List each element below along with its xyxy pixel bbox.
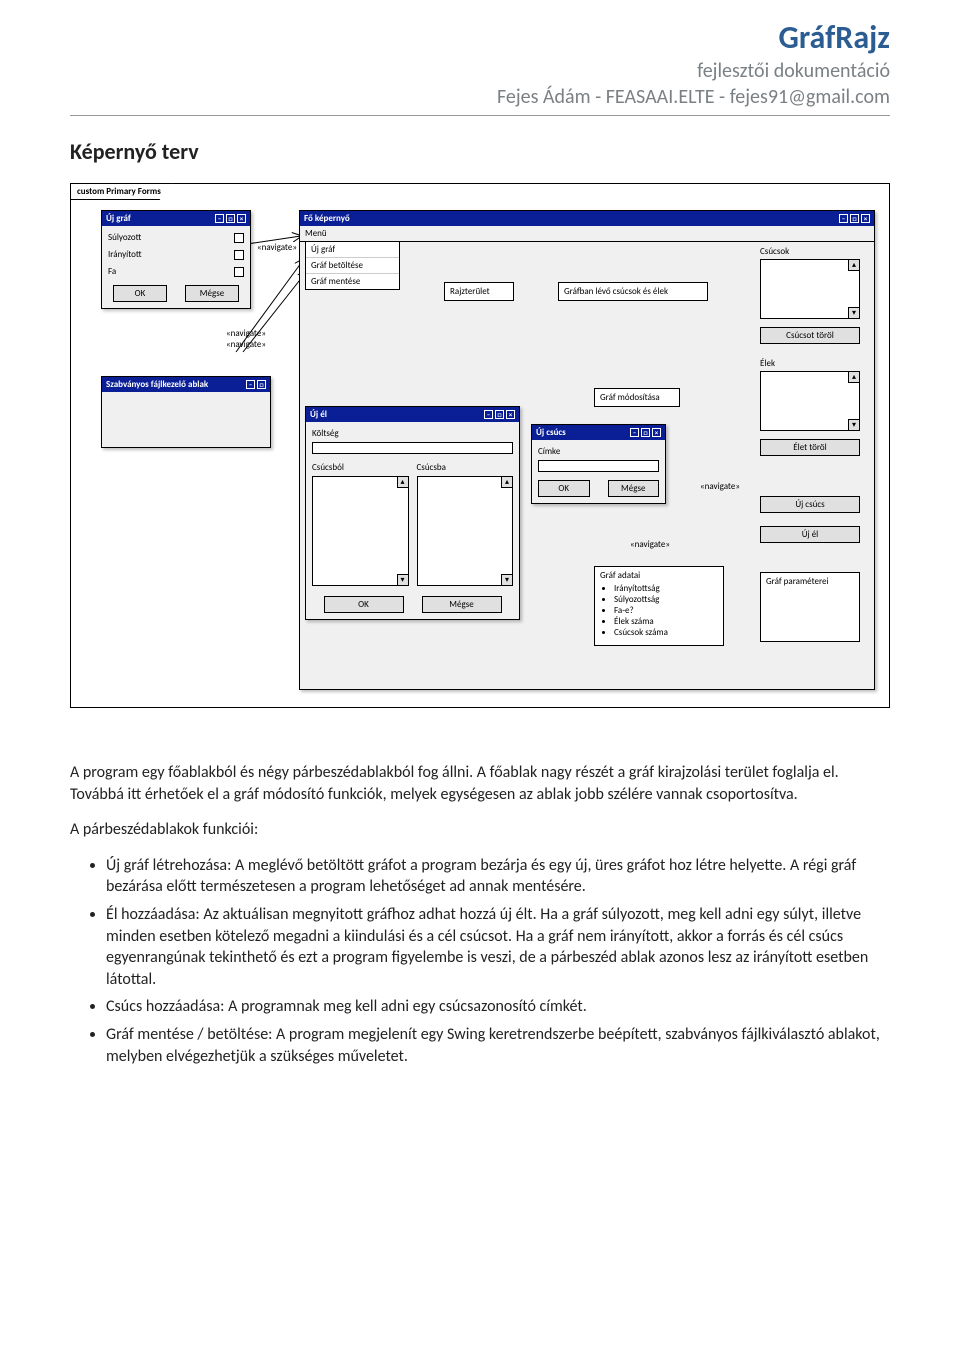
elek-listbox[interactable]: ▴ ▾ (760, 371, 860, 431)
csucsbol-label: Csúcsból (312, 462, 409, 473)
opt-fa-checkbox[interactable] (234, 267, 244, 277)
uj-csucs-cancel-button[interactable]: Mégse (608, 480, 660, 497)
navigate-label: «navigate» (700, 481, 740, 492)
navigate-label: «navigate» (630, 539, 670, 550)
graf-adatai-item: Súlyozottság (614, 594, 718, 605)
dialog-file: Szabványos fájlkezelő ablak –□ (101, 376, 271, 448)
list-item: Gráf mentése / betöltése: A program megj… (106, 1024, 890, 1067)
doc-title: GráfRajz (70, 18, 890, 57)
rajzterulet-box: Rajzterület (444, 282, 514, 301)
elek-label: Élek (760, 358, 775, 369)
uj-el-button[interactable]: Új él (760, 526, 860, 543)
main-window-title: Fő képernyő (304, 213, 350, 224)
dialog-uj-graf: Új gráf –□× Súlyozott Irányított Fa OK M… (101, 210, 251, 309)
scroll-down-icon[interactable]: ▾ (848, 419, 860, 431)
scroll-up-icon[interactable]: ▴ (501, 476, 513, 488)
dialog-file-title: Szabványos fájlkezelő ablak (106, 379, 208, 390)
body-text: A program egy főablakból és négy párbesz… (70, 762, 890, 1067)
navigate-label: «navigate» (257, 242, 297, 253)
window-controls[interactable]: –□ (244, 379, 266, 390)
section-heading: Képernyő terv (70, 138, 890, 165)
opt-sulyozott-checkbox[interactable] (234, 233, 244, 243)
csucsok-label: Csúcsok (760, 246, 789, 257)
doc-header: GráfRajz fejlesztői dokumentáció Fejes Á… (70, 18, 890, 109)
uj-csucs-ok-button[interactable]: OK (538, 480, 590, 497)
csucsok-listbox[interactable]: ▴ ▾ (760, 259, 860, 319)
opt-fa-label: Fa (108, 266, 116, 277)
uj-graf-ok-button[interactable]: OK (113, 285, 167, 302)
graf-list-header: Gráfban lévő csúcsok és élek (558, 282, 708, 301)
graf-parameterei-box: Gráf paraméterei (760, 572, 860, 642)
scroll-up-icon[interactable]: ▴ (848, 371, 860, 383)
doc-author: Fejes Ádám - FEASAAI.ELTE - fejes91@gmai… (70, 85, 890, 109)
doc-subtitle: fejlesztői dokumentáció (70, 59, 890, 83)
menu-bar[interactable]: Menü (300, 226, 874, 242)
graf-modositasa-box: Gráf módosítása (594, 388, 680, 407)
paragraph-intro: A program egy főablakból és négy párbesz… (70, 762, 890, 805)
csucsot-torol-button[interactable]: Csúcsot töröl (760, 327, 860, 344)
scroll-down-icon[interactable]: ▾ (848, 307, 860, 319)
menu-item-uj-graf[interactable]: Új gráf (306, 242, 399, 258)
graf-adatai-title: Gráf adatai (600, 570, 718, 581)
csucsbol-list[interactable]: ▴ ▾ (312, 476, 409, 586)
header-rule (70, 115, 890, 116)
koltseg-input[interactable] (312, 442, 513, 454)
window-controls[interactable]: –□× (213, 213, 246, 224)
uj-el-cancel-button[interactable]: Mégse (422, 596, 502, 613)
koltseg-label: Költség (312, 428, 513, 439)
cimke-label: Címke (538, 446, 659, 457)
graf-adatai-item: Fa-e? (614, 605, 718, 616)
window-controls[interactable]: –□× (837, 213, 870, 224)
navigate-label: «navigate» (226, 339, 266, 350)
diagram-frame: custom Primary Forms (70, 183, 890, 708)
opt-sulyozott-label: Súlyozott (108, 232, 141, 243)
csucsba-label: Csúcsba (417, 462, 514, 473)
elet-torol-button[interactable]: Élet töröl (760, 439, 860, 456)
opt-iranyitott-label: Irányított (108, 249, 142, 260)
list-item: Él hozzáadása: Az aktuálisan megnyitott … (106, 904, 890, 990)
paragraph-funcs-heading: A párbeszédablakok funkciói: (70, 819, 890, 841)
graf-adatai-item: Irányítottság (614, 583, 718, 594)
dialog-uj-graf-title: Új gráf (106, 213, 131, 224)
graf-adatai-box: Gráf adatai Irányítottság Súlyozottság F… (594, 566, 724, 646)
dialog-uj-csucs-title: Új csúcs (536, 427, 566, 438)
dialog-uj-csucs: Új csúcs –□× Címke OK Mégse (531, 424, 666, 504)
list-item: Csúcs hozzáadása: A programnak meg kell … (106, 996, 890, 1018)
scroll-down-icon[interactable]: ▾ (501, 574, 513, 586)
opt-iranyitott-checkbox[interactable] (234, 250, 244, 260)
scroll-up-icon[interactable]: ▴ (848, 259, 860, 271)
frame-tab: custom Primary Forms (70, 183, 172, 200)
graf-adatai-item: Csúcsok száma (614, 627, 718, 638)
csucsba-list[interactable]: ▴ ▾ (417, 476, 514, 586)
scroll-down-icon[interactable]: ▾ (397, 574, 409, 586)
menu-item-mentes[interactable]: Gráf mentése (306, 274, 399, 289)
window-controls[interactable]: –□× (482, 409, 515, 420)
functions-list: Új gráf létrehozása: A meglévő betöltött… (70, 855, 890, 1067)
list-item: Új gráf létrehozása: A meglévő betöltött… (106, 855, 890, 898)
dialog-uj-el: Új él –□× Költség Csúcsból ▴ ▾ Csúcsba (305, 406, 520, 620)
window-controls[interactable]: –□× (628, 427, 661, 438)
graf-adatai-item: Élek száma (614, 616, 718, 627)
uj-graf-cancel-button[interactable]: Mégse (185, 285, 239, 302)
uj-el-ok-button[interactable]: OK (324, 596, 404, 613)
scroll-up-icon[interactable]: ▴ (397, 476, 409, 488)
dialog-uj-el-title: Új él (310, 409, 327, 420)
uj-csucs-button[interactable]: Új csúcs (760, 496, 860, 513)
menu-item-betolt[interactable]: Gráf betöltése (306, 258, 399, 274)
cimke-input[interactable] (538, 460, 659, 472)
navigate-label: «navigate» (226, 328, 266, 339)
